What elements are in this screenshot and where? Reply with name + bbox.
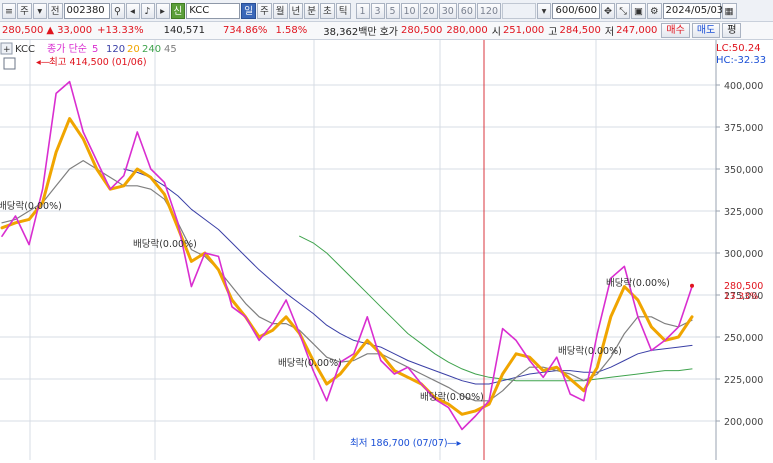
price-tag: 280,500 (724, 281, 763, 292)
crosshair-icon[interactable]: ✥ (601, 2, 616, 19)
y-tick-label: 225,000 (724, 375, 763, 386)
indicator-grid-icon[interactable] (3, 57, 16, 70)
min-price-label: 최저 186,700 (07/07) (350, 438, 448, 449)
open-label: 시 (491, 27, 501, 38)
dropdown-chevron-icon[interactable]: ▾ (32, 2, 47, 19)
save-icon[interactable]: ▣ (631, 2, 646, 19)
avg-button[interactable]: 평 (722, 23, 742, 38)
menu-button[interactable]: 주 (17, 2, 32, 19)
tab-tick[interactable]: 틱 (335, 2, 351, 19)
trend-icon[interactable]: ⤡ (616, 2, 631, 19)
y-tick-label: 350,000 (724, 165, 763, 176)
sell-button[interactable]: 매도 (691, 23, 721, 38)
minute-60-button[interactable]: 60 (457, 2, 476, 19)
ask-label: 호가 (379, 27, 399, 38)
last-close-marker (690, 283, 694, 288)
market-badge: 신 (170, 2, 186, 19)
stock-code-input[interactable]: 002380 (63, 2, 110, 19)
minute-10-button[interactable]: 10 (400, 2, 419, 19)
tab-month[interactable]: 월 (272, 2, 288, 19)
count-input[interactable]: 600/600 (552, 2, 601, 19)
bid-price-1: 280,500 (401, 25, 443, 36)
low-price: 247,000 (616, 25, 658, 36)
calendar-icon[interactable]: ▦ (721, 2, 737, 19)
bid-price-2: 280,000 (446, 25, 488, 36)
low-label: 저 (604, 27, 615, 38)
legend-ma20: 20 (127, 44, 140, 55)
period-dropdown-icon[interactable]: ▾ (537, 2, 552, 19)
minute-120-button[interactable]: 120 (476, 2, 502, 19)
stock-name-field[interactable]: KCC (186, 2, 241, 19)
legend-ma5: 5 (92, 44, 98, 55)
minute-1-button[interactable]: 1 (355, 2, 370, 19)
y-axis: 400,000375,000350,000325,000300,000275,0… (716, 81, 763, 428)
high-label: 고 (548, 27, 558, 38)
legend-ma240: 240 (142, 44, 161, 55)
dividend-label-5: 배당락(0.00%) (558, 345, 622, 357)
settings-gear-icon[interactable]: ⚙ (647, 2, 662, 19)
y-tick-label: 325,000 (724, 207, 763, 218)
y-tick-label: 300,000 (724, 249, 763, 260)
tab-minute[interactable]: 분 (304, 2, 319, 19)
minute-5-button[interactable]: 5 (385, 2, 400, 19)
menu-toggle-icon[interactable]: ≡ (2, 2, 16, 19)
legend-series-text: 종가 단순 (47, 43, 87, 55)
chart-grid (0, 40, 717, 460)
minute-3-button[interactable]: 3 (370, 2, 385, 19)
search-icon[interactable]: ⚲ (110, 2, 125, 19)
high-price: 284,500 (559, 25, 601, 36)
next-icon[interactable]: ▸ (155, 2, 170, 19)
legend-ma120: 120 (106, 44, 125, 55)
ma5-line (1, 80, 693, 431)
price-tag-pct: 13.33% (724, 292, 759, 302)
min-arrow-icon: —▸ (447, 438, 462, 449)
chart-series (0, 80, 694, 431)
current-price: 280,500 (2, 25, 44, 36)
prev-icon[interactable]: ◂ (125, 2, 140, 19)
hc-value: HC:-32.33 (716, 55, 766, 66)
legend-stock-name: KCC (15, 44, 35, 55)
lc-value: LC:50.24 (716, 43, 761, 54)
dividend-label-6: 배당락(0.00%) (606, 277, 670, 289)
dividend-label-1: 배당락(0.00%) (0, 200, 62, 212)
volume: 140,571 (163, 25, 205, 36)
date-input[interactable]: 2024/05/03 (662, 2, 723, 19)
volume-ratio: 734.86% (222, 25, 268, 36)
tab-second[interactable]: 초 (320, 2, 335, 19)
turnover-rate: 1.58% (275, 25, 308, 36)
tab-year[interactable]: 년 (288, 2, 304, 19)
ma20-line (0, 117, 694, 416)
up-arrow-icon: ▲ (46, 25, 55, 36)
chart-svg[interactable]: 400,000375,000350,000325,000300,000275,0… (0, 40, 773, 460)
open-price: 251,000 (502, 25, 545, 36)
quote-bar: 280,500 ▲ 33,000 +13.33% 140,571 734.86%… (0, 22, 773, 40)
annotations: ◂— 최고 414,500 (01/06) 최저 186,700 (07/07)… (0, 43, 766, 449)
toolbar: ≡ 주 ▾ 전 002380 ⚲ ◂ ♪ ▸ 신 KCC 일 주 월 년 분 초… (0, 0, 773, 22)
buy-button[interactable]: 매수 (661, 23, 690, 38)
dividend-label-2: 배당락(0.00%) (133, 238, 197, 250)
price-change: 33,000 (57, 25, 93, 36)
minute-20-button[interactable]: 20 (419, 2, 438, 19)
legend-ma45: 45 (164, 44, 177, 55)
y-tick-label: 250,000 (724, 333, 763, 344)
trade-amount: 38,362백만 (323, 27, 377, 38)
tab-week[interactable]: 주 (257, 2, 272, 19)
y-tick-label: 375,000 (724, 123, 763, 134)
custom-period-input[interactable] (502, 2, 537, 19)
ma240-line (299, 235, 693, 382)
minute-30-button[interactable]: 30 (438, 2, 457, 19)
speaker-icon[interactable]: ♪ (140, 2, 155, 19)
y-tick-label: 200,000 (724, 417, 763, 428)
legend-collapse-glyph: + (3, 45, 11, 55)
max-price-label: 최고 414,500 (01/06) (49, 57, 147, 68)
price-chart[interactable]: 400,000 375,000 350,000 325,000 300,000 275,0… (0, 40, 773, 460)
price-change-pct: +13.33% (97, 25, 144, 36)
y-tick-label: 400,000 (724, 81, 763, 92)
code-prefix-button[interactable]: 전 (47, 2, 63, 19)
dividend-label-3: 배당락(0.00%) (278, 357, 342, 369)
tab-day[interactable]: 일 (241, 2, 256, 19)
dividend-label-4: 배당락(0.00%) (420, 391, 484, 403)
